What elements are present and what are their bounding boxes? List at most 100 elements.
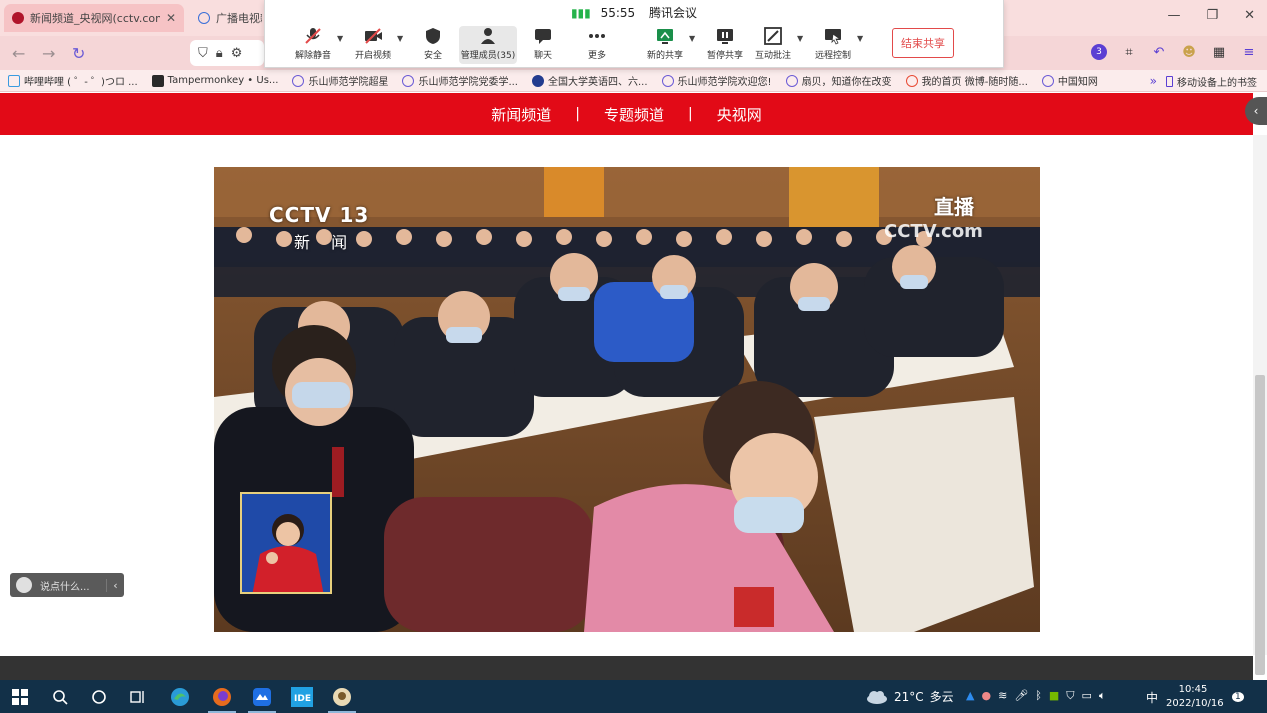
shield-icon bbox=[426, 28, 440, 44]
tencent-meeting-icon[interactable] bbox=[242, 680, 282, 713]
meeting-app-name: 腾讯会议 bbox=[649, 6, 698, 20]
mobile-bookmarks[interactable]: 移动设备上的书签 bbox=[1166, 74, 1257, 89]
bookmark-bilibili[interactable]: 哔哩哔哩 ( ゜- ゜)つロ ... bbox=[8, 73, 138, 88]
end-share-button[interactable]: 结束共享 bbox=[892, 28, 954, 58]
task-view-icon[interactable] bbox=[118, 680, 158, 713]
system-clock[interactable]: 10:45 2022/10/16 bbox=[1166, 683, 1224, 711]
reload-icon[interactable]: ↻ bbox=[72, 44, 85, 63]
permissions-icon[interactable]: ⚙ bbox=[231, 46, 243, 61]
manage-members-button[interactable]: 管理成员(35) bbox=[459, 26, 517, 64]
search-icon[interactable] bbox=[40, 680, 80, 713]
live-video-player[interactable]: CCTV 13 新 闻 直播 CCTV.com bbox=[214, 167, 1040, 632]
undo-icon[interactable]: ↶ bbox=[1151, 44, 1167, 60]
start-video-button[interactable]: 开启视频 bbox=[345, 26, 401, 64]
cctv-watermark: CCTV.com bbox=[884, 221, 983, 242]
danmaku-input[interactable]: 说点什么... ‹ bbox=[10, 573, 124, 597]
sign-language-inset bbox=[240, 492, 332, 594]
nav-topics-channel[interactable]: 专题频道 bbox=[604, 104, 664, 125]
unmute-button[interactable]: 解除静音 bbox=[285, 26, 341, 64]
crop-icon[interactable]: ⌗ bbox=[1121, 44, 1137, 60]
security-label: 安全 bbox=[423, 51, 442, 61]
defender-icon[interactable]: ⛉ bbox=[1066, 689, 1074, 703]
nav-news-channel[interactable]: 新闻频道 bbox=[491, 104, 551, 125]
ide-icon[interactable]: IDE bbox=[282, 680, 322, 713]
monkey-icon[interactable]: ☻ bbox=[1181, 44, 1197, 60]
battery-icon[interactable]: ▭ bbox=[1082, 689, 1092, 703]
extension-badge-icon[interactable]: 3 bbox=[1091, 44, 1107, 60]
notification-center-icon[interactable]: 1 bbox=[1232, 688, 1244, 702]
remote-control-icon bbox=[825, 29, 842, 45]
bookmark-weibo[interactable]: 我的首页 微博-随时随... bbox=[905, 73, 1028, 88]
meeting-timer: 55:55 bbox=[600, 6, 636, 20]
restore-icon[interactable]: ❐ bbox=[1206, 8, 1218, 23]
page-scrollbar[interactable] bbox=[1253, 135, 1267, 675]
back-icon[interactable]: ← bbox=[12, 44, 25, 63]
globe-icon bbox=[785, 74, 798, 87]
nav-cctv-home[interactable]: 央视网 bbox=[717, 104, 762, 125]
weather-widget[interactable]: 21°C 多云 bbox=[866, 688, 954, 705]
shield-icon[interactable]: ⛉ bbox=[198, 46, 208, 61]
site-nav: 新闻频道 | 专题频道 | 央视网 bbox=[0, 93, 1253, 135]
emoji-icon[interactable] bbox=[16, 577, 32, 593]
nav-separator: | bbox=[688, 106, 693, 122]
chat-label: 聊天 bbox=[533, 51, 552, 61]
app-tray-icon[interactable]: ● bbox=[981, 689, 991, 703]
annotate-icon bbox=[764, 27, 782, 45]
bookmark-tampermonkey[interactable]: Tampermonkey • Us... bbox=[151, 74, 278, 87]
annotate-button[interactable]: 互动批注 bbox=[745, 26, 801, 64]
svg-text:IDE: IDE bbox=[294, 694, 311, 704]
app-shortcut-icon[interactable] bbox=[322, 680, 362, 713]
edge-browser-icon[interactable] bbox=[160, 680, 200, 713]
chat-button[interactable]: 聊天 bbox=[515, 26, 571, 64]
close-window-icon[interactable]: ✕ bbox=[1244, 8, 1255, 23]
tampermonkey-icon bbox=[151, 74, 164, 87]
meeting-tray-icon[interactable]: ▲ bbox=[966, 689, 974, 703]
globe-icon bbox=[402, 74, 415, 87]
nvidia-icon[interactable]: ■ bbox=[1049, 689, 1059, 703]
remote-control-button[interactable]: 远程控制 bbox=[805, 26, 861, 64]
bookmark-label: 全国大学英语四、六... bbox=[548, 77, 648, 88]
weather-temperature: 21°C bbox=[894, 689, 924, 704]
start-button[interactable] bbox=[0, 680, 40, 713]
wifi-icon[interactable]: ≋ bbox=[998, 689, 1007, 703]
bookmark-chaoxing[interactable]: 乐山师范学院超星 bbox=[292, 73, 388, 88]
tab-broadcast[interactable]: 广播电视新 bbox=[190, 4, 270, 32]
channel-subtitle: 新 闻 bbox=[294, 233, 356, 252]
tab-manager-icon[interactable]: ▦ bbox=[1211, 44, 1227, 60]
volume-icon[interactable]: 🔈︎ bbox=[1099, 689, 1106, 703]
more-dots-icon bbox=[589, 34, 605, 38]
mic-icon[interactable]: 🎤︎ bbox=[1014, 689, 1028, 703]
menu-icon[interactable]: ≡ bbox=[1241, 44, 1257, 60]
pause-icon bbox=[717, 29, 733, 44]
forward-icon[interactable]: → bbox=[42, 44, 55, 63]
chevron-down-icon[interactable]: ▼ bbox=[797, 34, 803, 43]
bookmarks-bar: 哔哩哔哩 ( ゜- ゜)つロ ... Tampermonkey • Us... … bbox=[0, 70, 1267, 92]
cortana-icon[interactable] bbox=[79, 680, 119, 713]
new-share-button[interactable]: 新的共享 bbox=[637, 26, 693, 64]
scrollbar-thumb[interactable] bbox=[1255, 375, 1265, 675]
bluetooth-icon[interactable]: ᛒ bbox=[1035, 689, 1042, 703]
address-bar[interactable]: ⛉ 🔒︎ ⚙ bbox=[190, 40, 264, 66]
minimize-icon[interactable]: — bbox=[1167, 8, 1180, 23]
side-panel-toggle-icon[interactable]: ‹ bbox=[1245, 97, 1267, 125]
lock-icon[interactable]: 🔒︎ bbox=[216, 46, 223, 61]
chevron-down-icon[interactable]: ▼ bbox=[857, 34, 863, 43]
security-button[interactable]: 安全 bbox=[405, 26, 461, 64]
system-tray: ▲ ● ≋ 🎤︎ ᛒ ■ ⛉ ▭ 🔈︎ bbox=[966, 689, 1106, 703]
more-bookmarks-icon[interactable]: » bbox=[1150, 74, 1157, 88]
bookmark-cnki[interactable]: 中国知网 bbox=[1041, 73, 1098, 88]
close-tab-icon[interactable]: ✕ bbox=[166, 11, 176, 25]
more-button[interactable]: 更多 bbox=[569, 26, 625, 64]
input-method-indicator[interactable]: 中 bbox=[1146, 689, 1158, 706]
bookmark-welcome[interactable]: 乐山师范学院欢迎您! bbox=[661, 73, 772, 88]
firefox-icon[interactable] bbox=[202, 680, 242, 713]
collapse-chevron-icon[interactable]: ‹ bbox=[106, 578, 124, 592]
chevron-down-icon[interactable]: ▼ bbox=[689, 34, 695, 43]
person-icon bbox=[481, 28, 495, 44]
tab-cctv-news[interactable]: 新闻频道_央视网(cctv.com) ✕ bbox=[4, 4, 184, 32]
chevron-down-icon[interactable]: ▼ bbox=[337, 34, 343, 43]
bookmark-party-school[interactable]: 乐山师范学院党委学... bbox=[402, 73, 518, 88]
bookmark-shanbay[interactable]: 扇贝，知道你在改变 bbox=[785, 73, 892, 88]
bookmark-cet[interactable]: 全国大学英语四、六... bbox=[532, 73, 648, 88]
chevron-down-icon[interactable]: ▼ bbox=[397, 34, 403, 43]
